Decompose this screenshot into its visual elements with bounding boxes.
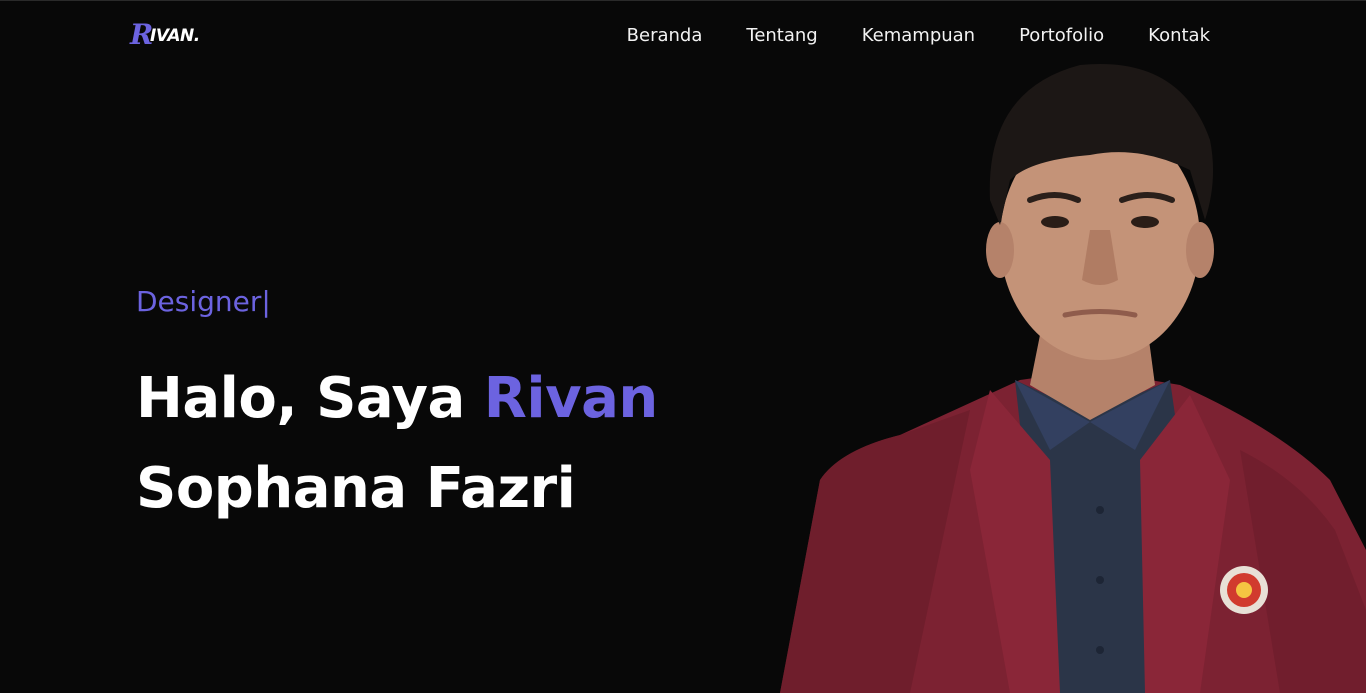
main-nav: Beranda Tentang Kemampuan Portofolio Kon…	[627, 24, 1210, 48]
headline-last-name: Sophana Fazri	[136, 456, 576, 521]
typing-cursor: |	[261, 285, 271, 318]
profile-photo	[780, 63, 1366, 693]
headline-first-name: Rivan	[483, 366, 658, 431]
nav-link-kontak[interactable]: Kontak	[1148, 24, 1210, 48]
site-logo[interactable]: R IVAN.	[130, 18, 210, 52]
page: R IVAN. Beranda Tentang Kemampuan Portof…	[0, 0, 1366, 693]
role-text: Designer	[136, 285, 262, 318]
nav-link-kemampuan[interactable]: Kemampuan	[862, 24, 975, 48]
typed-role: Designer|	[136, 282, 756, 322]
nav-link-tentang[interactable]: Tentang	[746, 24, 817, 48]
logo-text: IVAN.	[150, 26, 200, 46]
headline-greeting: Halo, Saya	[136, 366, 484, 431]
nav-link-beranda[interactable]: Beranda	[627, 24, 703, 48]
university-emblem-icon	[1220, 566, 1268, 614]
nav-link-portofolio[interactable]: Portofolio	[1019, 24, 1104, 48]
hero-section: Designer| Halo, Saya Rivan Sophana Fazri	[136, 282, 756, 534]
hero-headline: Halo, Saya Rivan Sophana Fazri	[136, 354, 756, 534]
